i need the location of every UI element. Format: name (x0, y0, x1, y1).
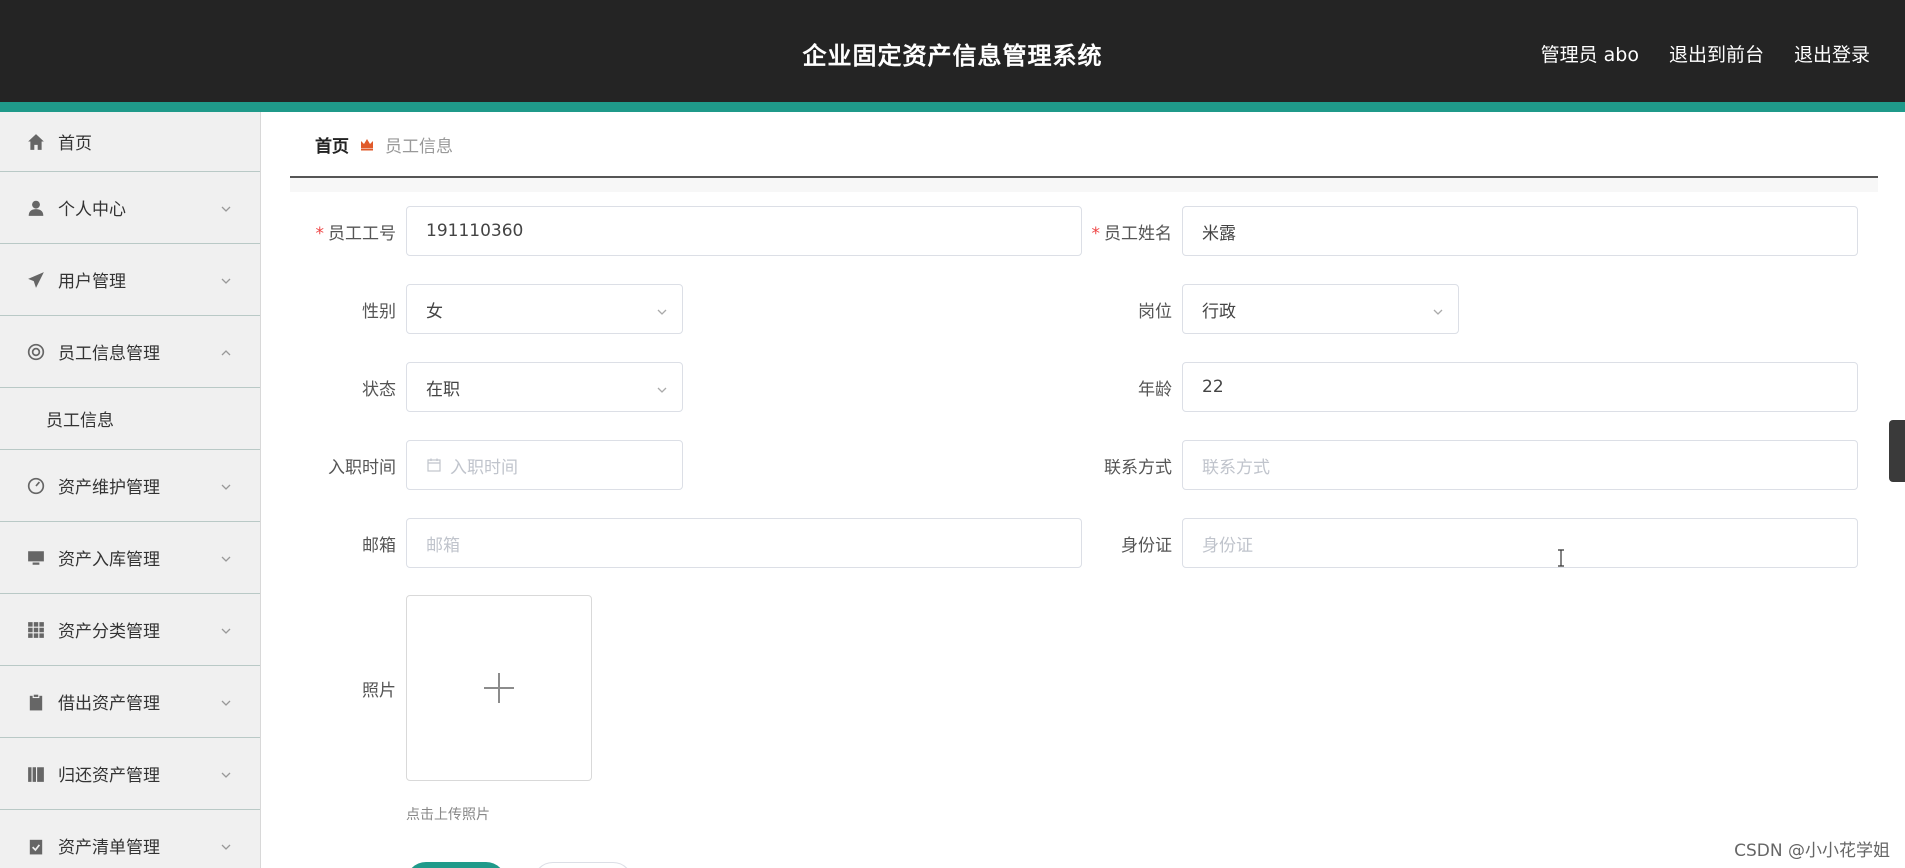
sidebar-item-asset-maintenance[interactable]: 资产维护管理 (0, 450, 260, 522)
email-label: 邮箱 (362, 536, 396, 556)
main-content: 首页 员工信息 * 员工工号 191110360 * 员工姓名 米露 性别 女 岗位… (290, 112, 1878, 868)
chevron-down-icon (220, 694, 232, 706)
sidebar-item-label: 首页 (58, 134, 92, 154)
age-input[interactable]: 22 (1182, 362, 1858, 412)
sidebar-item-label: 资产入库管理 (58, 550, 160, 570)
sidebar: 首页 个人中心 用户管理 员工信息管理 员工信息 资产维护管理 资产入库管理 资… (0, 112, 261, 868)
user-icon (26, 198, 46, 218)
emp-name-input[interactable]: 米露 (1182, 206, 1858, 256)
sidebar-item-label: 资产分类管理 (58, 622, 160, 642)
photo-label: 照片 (362, 681, 396, 701)
calendar-icon (427, 458, 441, 472)
sidebar-item-home[interactable]: 首页 (0, 112, 260, 172)
sidebar-item-label: 员工信息管理 (58, 344, 160, 364)
clipboard-icon (26, 692, 46, 712)
id-card-input[interactable]: 身份证 (1182, 518, 1858, 568)
cancel-button[interactable] (533, 862, 633, 868)
crown-icon (361, 139, 373, 151)
sidebar-item-label: 资产清单管理 (58, 838, 160, 858)
lifebuoy-icon (26, 342, 46, 362)
header-actions: 管理员 abo 退出到前台 退出登录 (1541, 40, 1870, 67)
sidebar-subitem-employee-info[interactable]: 员工信息 (0, 388, 260, 450)
sidebar-item-label: 归还资产管理 (58, 766, 160, 786)
emp-no-label: * 员工工号 (315, 224, 397, 244)
right-drawer-handle[interactable] (1889, 420, 1905, 482)
sidebar-item-label: 资产维护管理 (58, 478, 160, 498)
sidebar-item-asset-return[interactable]: 归还资产管理 (0, 738, 260, 810)
home-icon (26, 132, 46, 152)
hire-date-label: 入职时间 (328, 458, 396, 478)
logout-link[interactable]: 退出登录 (1794, 40, 1870, 67)
monitor-icon (26, 548, 46, 568)
gender-label: 性别 (362, 302, 396, 322)
gender-select[interactable]: 女 (406, 284, 683, 334)
breadcrumb-current: 员工信息 (385, 136, 453, 157)
gauge-icon (26, 476, 46, 496)
position-select[interactable]: 行政 (1182, 284, 1459, 334)
plus-icon (484, 673, 514, 703)
sidebar-item-label: 员工信息 (46, 411, 114, 431)
sidebar-item-label: 个人中心 (58, 200, 126, 220)
breadcrumb: 首页 员工信息 (290, 112, 1878, 178)
submit-button[interactable] (406, 862, 506, 868)
photo-upload[interactable] (406, 595, 592, 781)
header-accent-stripe (0, 102, 1905, 112)
position-label: 岗位 (1138, 302, 1172, 322)
chevron-down-icon (1432, 303, 1444, 315)
emp-name-label: * 员工姓名 (1091, 224, 1173, 244)
id-card-label: 身份证 (1121, 536, 1172, 556)
sidebar-item-asset-list[interactable]: 资产清单管理 (0, 810, 260, 868)
contact-label: 联系方式 (1104, 458, 1172, 478)
chevron-down-icon (220, 478, 232, 490)
text-cursor-icon (1558, 549, 1564, 567)
email-input[interactable]: 邮箱 (406, 518, 1082, 568)
chevron-down-icon (220, 838, 232, 850)
chevron-down-icon (220, 766, 232, 778)
sidebar-item-label: 借出资产管理 (58, 694, 160, 714)
chevron-down-icon (656, 381, 668, 393)
chevron-down-icon (220, 550, 232, 562)
sidebar-item-asset-inbound[interactable]: 资产入库管理 (0, 522, 260, 594)
sidebar-item-label: 用户管理 (58, 272, 126, 292)
employee-form: * 员工工号 191110360 * 员工姓名 米露 性别 女 岗位 行政 状态 在… (290, 192, 1878, 868)
exit-to-front-link[interactable]: 退出到前台 (1669, 40, 1764, 67)
sidebar-item-employee-management[interactable]: 员工信息管理 (0, 316, 260, 388)
admin-name: 管理员 abo (1540, 44, 1639, 66)
upload-tip: 点击上传照片 (406, 807, 490, 823)
send-icon (26, 270, 46, 290)
checklist-icon (26, 836, 46, 856)
chevron-down-icon (220, 622, 232, 634)
age-label: 年龄 (1138, 380, 1172, 400)
chevron-down-icon (220, 200, 232, 212)
grid-icon (26, 620, 46, 640)
status-select[interactable]: 在职 (406, 362, 683, 412)
chevron-up-icon (220, 344, 232, 356)
sidebar-item-user-management[interactable]: 用户管理 (0, 244, 260, 316)
hire-date-picker[interactable]: 入职时间 (406, 440, 683, 490)
emp-no-input[interactable]: 191110360 (406, 206, 1082, 256)
contact-input[interactable]: 联系方式 (1182, 440, 1858, 490)
sidebar-item-asset-category[interactable]: 资产分类管理 (0, 594, 260, 666)
breadcrumb-home[interactable]: 首页 (315, 132, 349, 157)
book-icon (26, 764, 46, 784)
watermark: CSDN @小小花学姐 (1734, 841, 1890, 861)
chevron-down-icon (220, 272, 232, 284)
top-header: 企业固定资产信息管理系统 管理员 abo 退出到前台 退出登录 (0, 0, 1905, 102)
chevron-down-icon (656, 303, 668, 315)
status-label: 状态 (362, 380, 396, 400)
sidebar-item-personal-center[interactable]: 个人中心 (0, 172, 260, 244)
sidebar-item-asset-lending[interactable]: 借出资产管理 (0, 666, 260, 738)
